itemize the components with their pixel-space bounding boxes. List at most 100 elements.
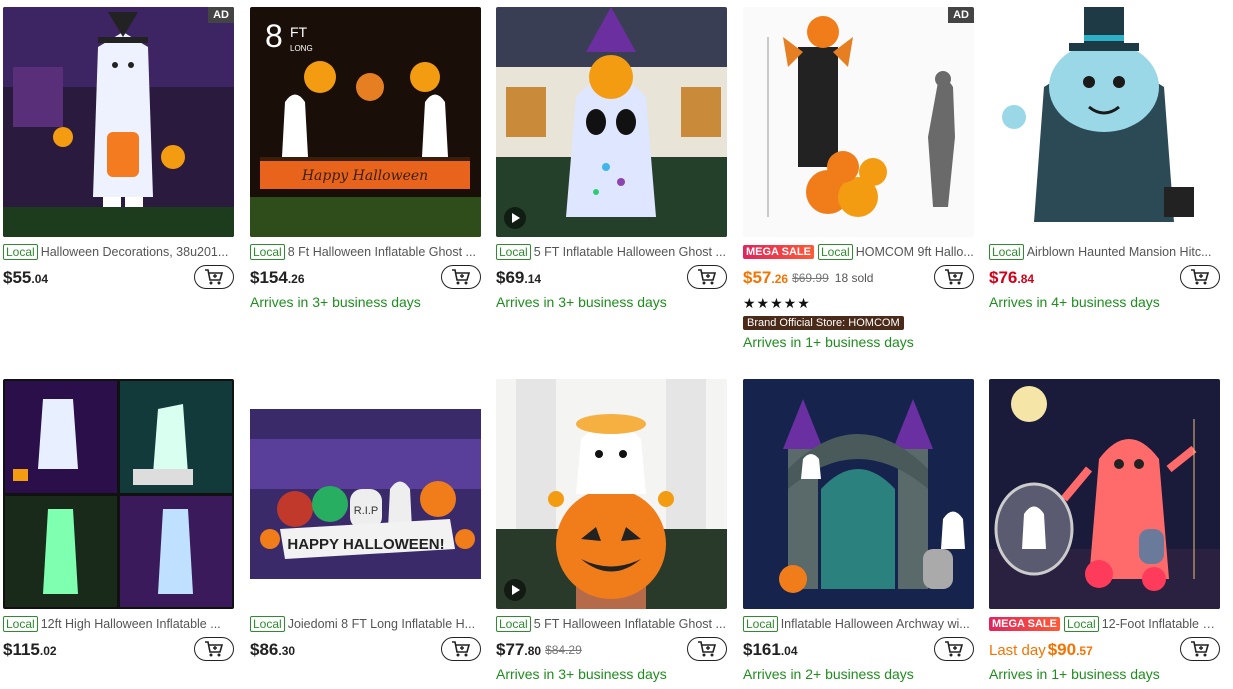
product-card[interactable]: Local Airblown Haunted Mansion Hitc... $… (989, 7, 1220, 310)
product-image[interactable] (496, 379, 727, 609)
product-title[interactable]: 5 FT Halloween Inflatable Ghost ... (534, 617, 726, 631)
add-to-cart-button[interactable] (1180, 265, 1220, 289)
product-title[interactable]: 5 FT Inflatable Halloween Ghost ... (534, 245, 726, 259)
product-title-row[interactable]: Local 8 Ft Halloween Inflatable Ghost ..… (250, 243, 481, 260)
product-price: $57.26 (743, 268, 789, 287)
local-badge: Local (3, 615, 38, 632)
product-title[interactable]: 8 Ft Halloween Inflatable Ghost ... (288, 245, 476, 259)
local-badge: Local (250, 615, 285, 632)
product-image[interactable]: Happy Halloween 8 FT LONG (250, 7, 481, 237)
cart-icon (205, 269, 224, 285)
cart-icon (1191, 641, 1210, 657)
product-card[interactable]: Happy Halloween 8 FT LONG Local 8 Ft Hal… (250, 7, 481, 310)
product-price: $69.14 (496, 268, 542, 287)
add-to-cart-button[interactable] (441, 265, 481, 289)
add-to-cart-button[interactable] (194, 265, 234, 289)
delivery-estimate: Arrives in 3+ business days (496, 294, 667, 310)
product-card[interactable]: HAPPY HALLOWEEN! R.I.P Local Joiedomi 8 … (250, 379, 481, 663)
add-to-cart-button[interactable] (934, 265, 974, 289)
product-title-row[interactable]: Local Halloween Decorations, 38u201... (3, 243, 234, 260)
product-image[interactable] (743, 379, 974, 609)
price-row: $77.80 $84.29 (496, 637, 727, 663)
add-to-cart-button[interactable] (441, 637, 481, 661)
local-badge: Local (496, 243, 531, 260)
product-image[interactable]: HAPPY HALLOWEEN! R.I.P (250, 379, 481, 609)
svg-text:Happy Halloween: Happy Halloween (301, 168, 428, 184)
product-title-row[interactable]: MEGA SALE Local 12-Foot Inflatable H... (989, 615, 1220, 632)
product-title[interactable]: Joiedomi 8 FT Long Inflatable H... (288, 617, 475, 631)
cart-icon (945, 641, 964, 657)
delivery-estimate: Arrives in 1+ business days (989, 666, 1160, 682)
product-price: $77.80 (496, 640, 542, 659)
local-badge: Local (743, 615, 778, 632)
add-to-cart-button[interactable] (934, 637, 974, 661)
product-card[interactable]: Local 12ft High Halloween Inflatable ...… (3, 379, 234, 663)
product-title[interactable]: HOMCOM 9ft Hallo... (856, 245, 974, 259)
product-title[interactable]: Airblown Haunted Mansion Hitc... (1027, 245, 1212, 259)
original-price: $84.29 (545, 643, 582, 657)
price-row: $55.04 (3, 265, 234, 291)
store-badge[interactable]: Brand Official Store: HOMCOM (743, 316, 904, 330)
svg-text:LONG: LONG (290, 44, 313, 53)
price-row: $57.26 $69.99 18 sold (743, 265, 974, 291)
local-badge: Local (496, 615, 531, 632)
star-rating: ★★★★★ (743, 295, 811, 311)
local-badge: Local (250, 243, 285, 260)
price-row: Last day $90.57 (989, 637, 1220, 663)
product-image[interactable]: AD (743, 7, 974, 237)
local-badge: Local (1064, 615, 1099, 632)
product-price: $161.04 (743, 640, 798, 659)
delivery-estimate: Arrives in 1+ business days (743, 334, 914, 350)
product-card[interactable]: Local 5 FT Inflatable Halloween Ghost ..… (496, 7, 727, 310)
add-to-cart-button[interactable] (687, 265, 727, 289)
product-image[interactable] (989, 7, 1220, 237)
product-title-row[interactable]: Local Joiedomi 8 FT Long Inflatable H... (250, 615, 481, 632)
delivery-estimate: Arrives in 2+ business days (743, 666, 914, 682)
product-title[interactable]: Halloween Decorations, 38u201... (41, 245, 229, 259)
product-title-row[interactable]: Local 5 FT Inflatable Halloween Ghost ..… (496, 243, 727, 260)
product-title-row[interactable]: MEGA SALE Local HOMCOM 9ft Hallo... (743, 243, 974, 260)
product-title-row[interactable]: Local Inflatable Halloween Archway wi... (743, 615, 974, 632)
product-card[interactable]: AD Local Halloween Decorations, 38u201..… (3, 7, 234, 291)
product-card[interactable]: Local Inflatable Halloween Archway wi...… (743, 379, 974, 682)
product-title[interactable]: Inflatable Halloween Archway wi... (781, 617, 970, 631)
mega-sale-badge: MEGA SALE (989, 616, 1060, 631)
product-image[interactable] (989, 379, 1220, 609)
last-day-label: Last day (989, 641, 1046, 659)
product-card[interactable]: AD MEGA SALE Local HOMCOM 9ft Hallo... $… (743, 7, 974, 350)
product-card[interactable]: Local 5 FT Halloween Inflatable Ghost ..… (496, 379, 727, 682)
product-price: $115.02 (3, 640, 57, 659)
video-play-icon[interactable] (504, 579, 526, 601)
price-row: $76.84 (989, 265, 1220, 291)
delivery-estimate: Arrives in 3+ business days (250, 294, 421, 310)
ad-badge: AD (208, 7, 234, 23)
product-image[interactable] (496, 7, 727, 237)
cart-icon (452, 641, 471, 657)
overlay-size: 8 (265, 18, 283, 54)
product-card[interactable]: MEGA SALE Local 12-Foot Inflatable H... … (989, 379, 1220, 682)
product-title[interactable]: 12-Foot Inflatable H... (1102, 617, 1220, 631)
add-to-cart-button[interactable] (687, 637, 727, 661)
video-play-icon[interactable] (504, 207, 526, 229)
product-title-row[interactable]: Local 12ft High Halloween Inflatable ... (3, 615, 234, 632)
local-badge: Local (3, 243, 38, 260)
price-row: $69.14 (496, 265, 727, 291)
product-title-row[interactable]: Local 5 FT Halloween Inflatable Ghost ..… (496, 615, 727, 632)
add-to-cart-button[interactable] (194, 637, 234, 661)
product-price: $154.26 (250, 268, 305, 287)
original-price: $69.99 (792, 271, 829, 285)
price-row: $115.02 (3, 637, 234, 663)
local-badge: Local (818, 243, 853, 260)
cart-icon (698, 641, 717, 657)
svg-text:R.I.P: R.I.P (354, 505, 378, 517)
product-title-row[interactable]: Local Airblown Haunted Mansion Hitc... (989, 243, 1220, 260)
local-badge: Local (989, 243, 1024, 260)
mega-sale-badge: MEGA SALE (743, 244, 814, 259)
product-image[interactable] (3, 379, 234, 609)
delivery-estimate: Arrives in 3+ business days (496, 666, 667, 682)
product-title[interactable]: 12ft High Halloween Inflatable ... (41, 617, 221, 631)
product-image[interactable]: AD (3, 7, 234, 237)
cart-icon (205, 641, 224, 657)
add-to-cart-button[interactable] (1180, 637, 1220, 661)
product-price: $90.57 (1047, 640, 1093, 659)
